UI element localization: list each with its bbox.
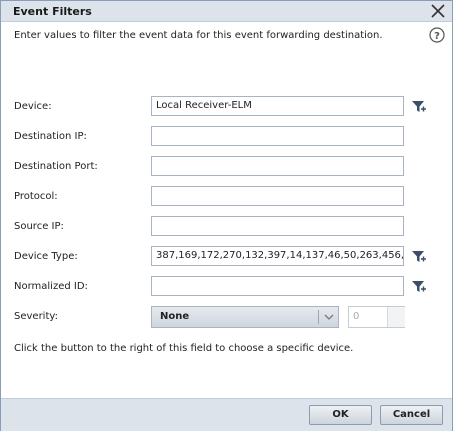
protocol-label: Protocol:	[14, 191, 58, 202]
destination-ip-field[interactable]	[151, 126, 404, 146]
dialog-footer: OK Cancel	[1, 398, 452, 431]
help-icon[interactable]: ?	[429, 27, 445, 43]
destination-ip-label: Destination IP:	[14, 131, 87, 142]
device-field[interactable]: Local Receiver-ELM	[151, 96, 404, 116]
spinner-buttons	[387, 307, 405, 327]
device-label: Device:	[14, 101, 52, 112]
source-ip-field[interactable]	[151, 216, 404, 236]
close-icon[interactable]	[430, 3, 446, 19]
hint-text: Click the button to the right of this fi…	[14, 343, 354, 354]
svg-text:?: ?	[434, 31, 440, 42]
device-type-filter-icon[interactable]	[411, 248, 428, 265]
destination-port-label: Destination Port:	[14, 161, 98, 172]
severity-spinner-value: 0	[353, 311, 360, 322]
dialog-titlebar: Event Filters	[1, 1, 452, 22]
dialog-title: Event Filters	[13, 5, 92, 18]
ok-button[interactable]: OK	[309, 405, 372, 425]
intro-text: Enter values to filter the event data fo…	[14, 30, 383, 41]
destination-port-field[interactable]	[151, 156, 404, 176]
event-filters-dialog: Event Filters Enter values to filter the…	[0, 0, 453, 431]
device-type-label: Device Type:	[14, 251, 78, 262]
device-filter-icon[interactable]	[411, 98, 428, 115]
select-divider	[318, 310, 319, 324]
protocol-field[interactable]	[151, 186, 404, 206]
severity-selected-value: None	[160, 311, 190, 322]
chevron-down-icon[interactable]	[323, 312, 335, 322]
cancel-button[interactable]: Cancel	[380, 405, 443, 425]
normalized-id-field[interactable]	[151, 276, 404, 296]
spinner-down-button[interactable]	[388, 317, 405, 327]
source-ip-label: Source IP:	[14, 221, 64, 232]
severity-select[interactable]: None	[151, 306, 339, 328]
normalized-id-filter-icon[interactable]	[411, 278, 428, 295]
severity-label: Severity:	[14, 311, 58, 322]
severity-spinner[interactable]: 0	[348, 306, 405, 328]
device-type-field[interactable]: 387,169,172,270,132,397,14,137,46,50,263…	[151, 246, 404, 266]
normalized-id-label: Normalized ID:	[14, 281, 88, 292]
